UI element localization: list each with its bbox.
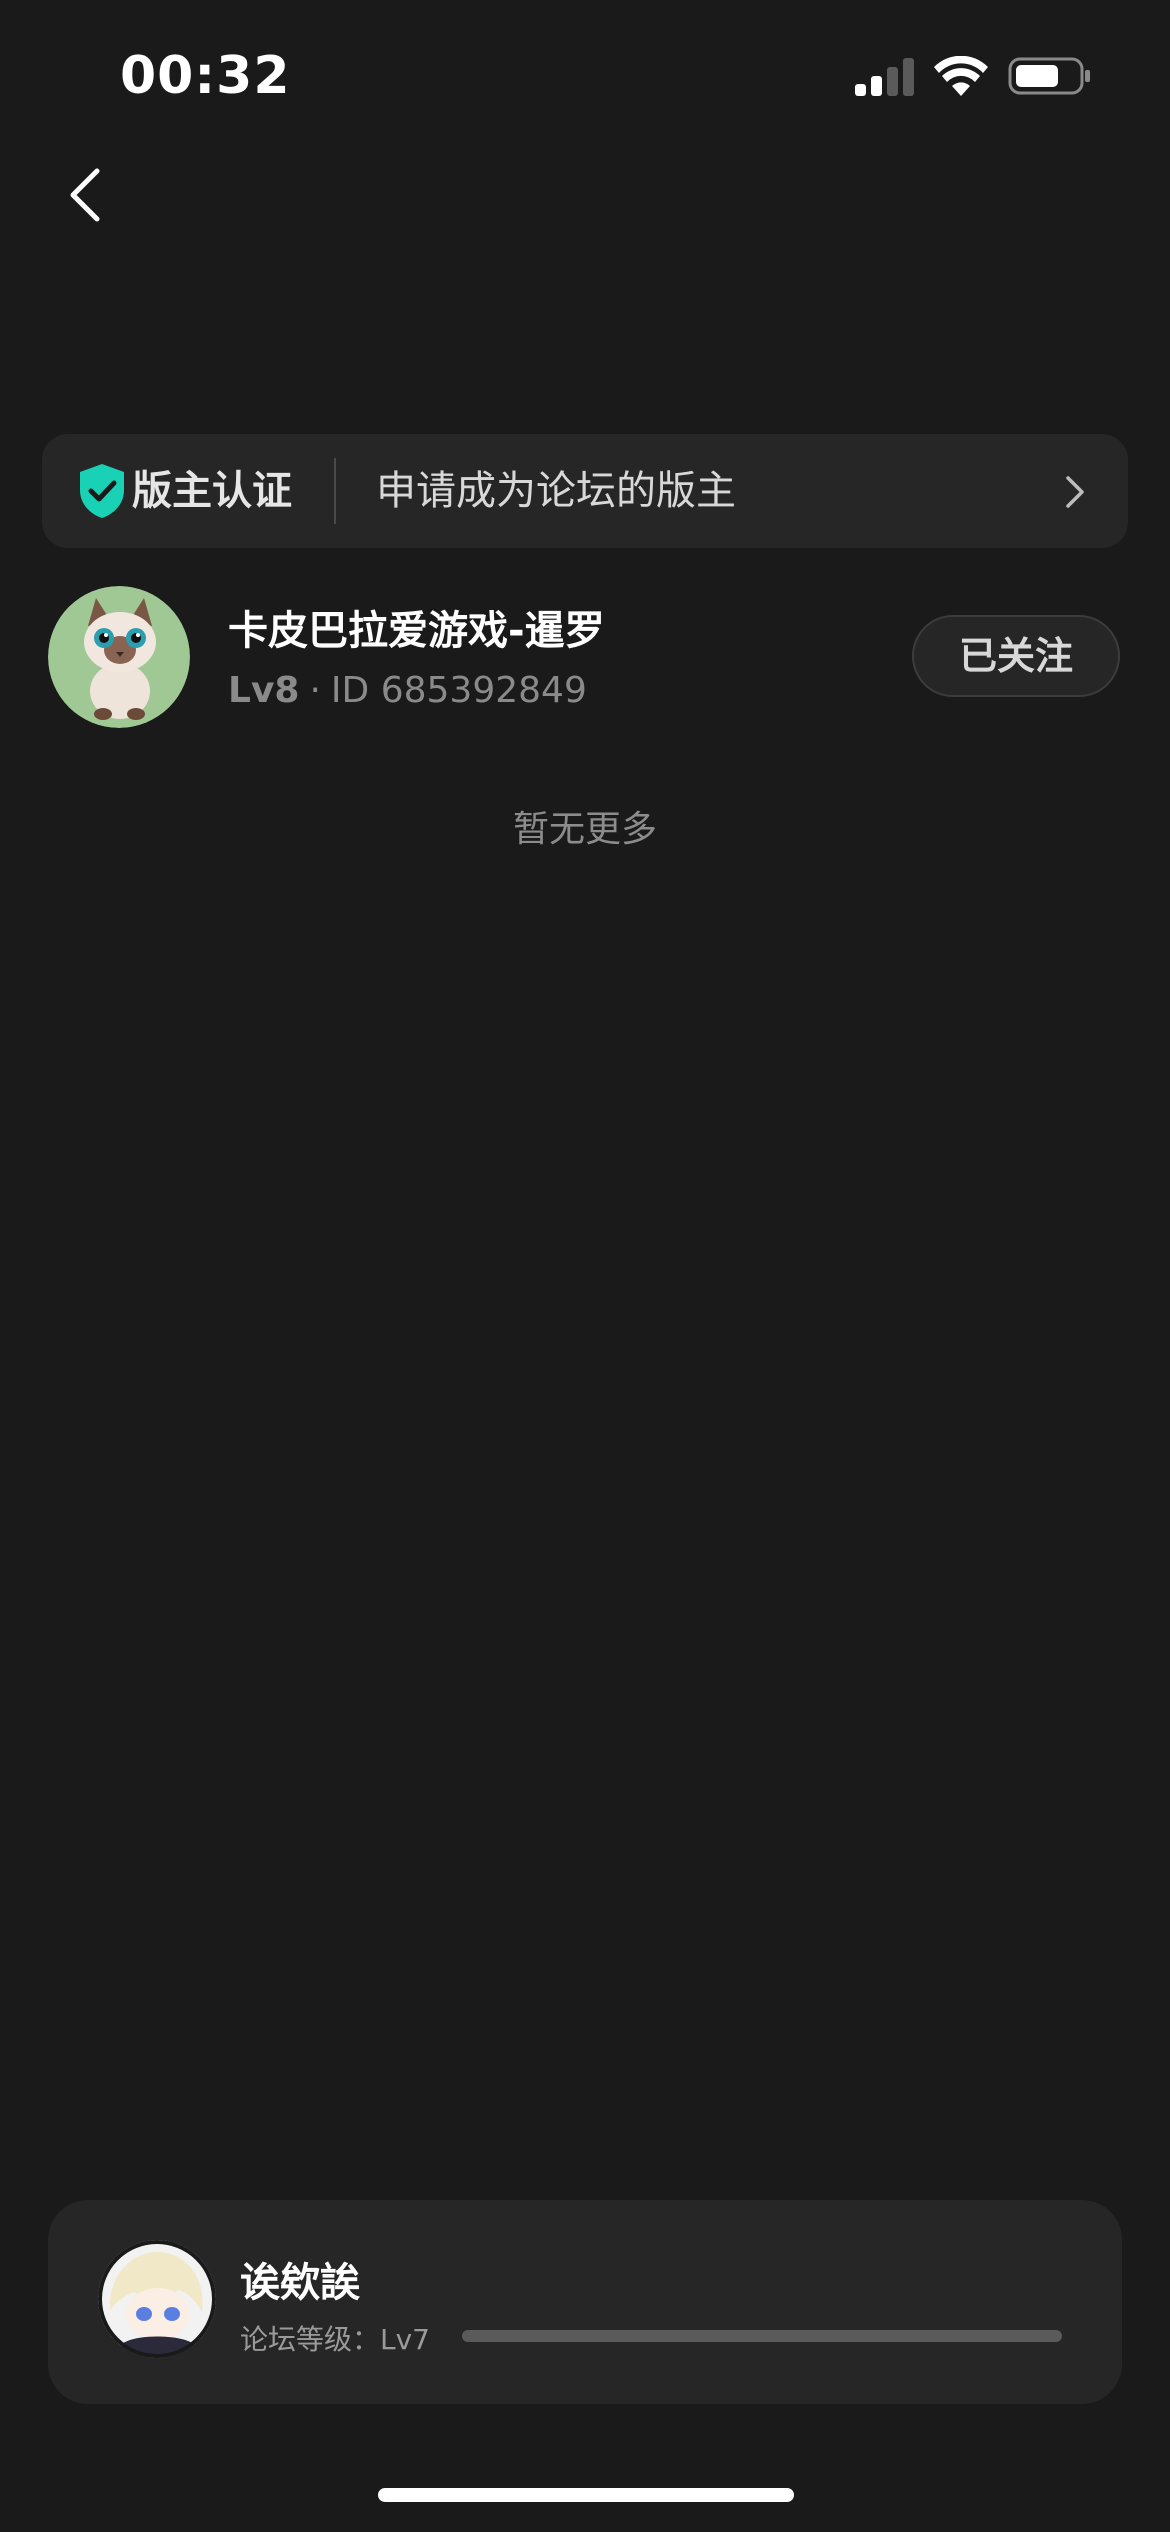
meta-separator: · xyxy=(309,670,321,711)
followed-button[interactable]: 已关注 xyxy=(912,615,1120,697)
signal-bars-icon xyxy=(855,58,914,96)
avatar[interactable] xyxy=(48,586,190,728)
chevron-left-icon xyxy=(70,168,100,222)
status-bar: 00:32 xyxy=(0,0,1170,150)
wifi-icon xyxy=(934,56,988,96)
level-progress-fill xyxy=(462,2330,1062,2342)
moderator-level: Lv8 xyxy=(228,670,300,711)
moderator-name: 卡皮巴拉爱游戏-暹罗 xyxy=(228,608,605,654)
moderator-badge-label: 版主认证 xyxy=(132,468,292,514)
forum-level-label: 论坛等级：Lv7 xyxy=(240,2323,430,2356)
level-progress-bar xyxy=(462,2330,1062,2342)
back-button[interactable] xyxy=(50,150,120,240)
home-indicator[interactable] xyxy=(378,2488,794,2502)
moderator-meta: Lv8 · ID 685392849 xyxy=(228,670,587,711)
battery-icon xyxy=(1008,57,1090,95)
apply-moderator-text: 申请成为论坛的版主 xyxy=(376,468,736,514)
chevron-right-icon xyxy=(1066,476,1084,508)
my-avatar[interactable] xyxy=(98,2240,216,2358)
list-item[interactable]: 卡皮巴拉爱游戏-暹罗 Lv8 · ID 685392849 已关注 xyxy=(0,580,1170,730)
banner-divider xyxy=(334,458,336,524)
my-profile-card[interactable]: 诶欸誒 论坛等级：Lv7 xyxy=(48,2200,1122,2404)
shield-check-icon xyxy=(80,464,124,518)
list-end-text: 暂无更多 xyxy=(512,809,657,850)
moderator-apply-banner[interactable]: 版主认证 申请成为论坛的版主 xyxy=(42,434,1128,548)
moderator-id: ID 685392849 xyxy=(330,670,587,711)
status-time: 00:32 xyxy=(120,46,291,106)
my-name: 诶欸誒 xyxy=(240,2260,360,2306)
